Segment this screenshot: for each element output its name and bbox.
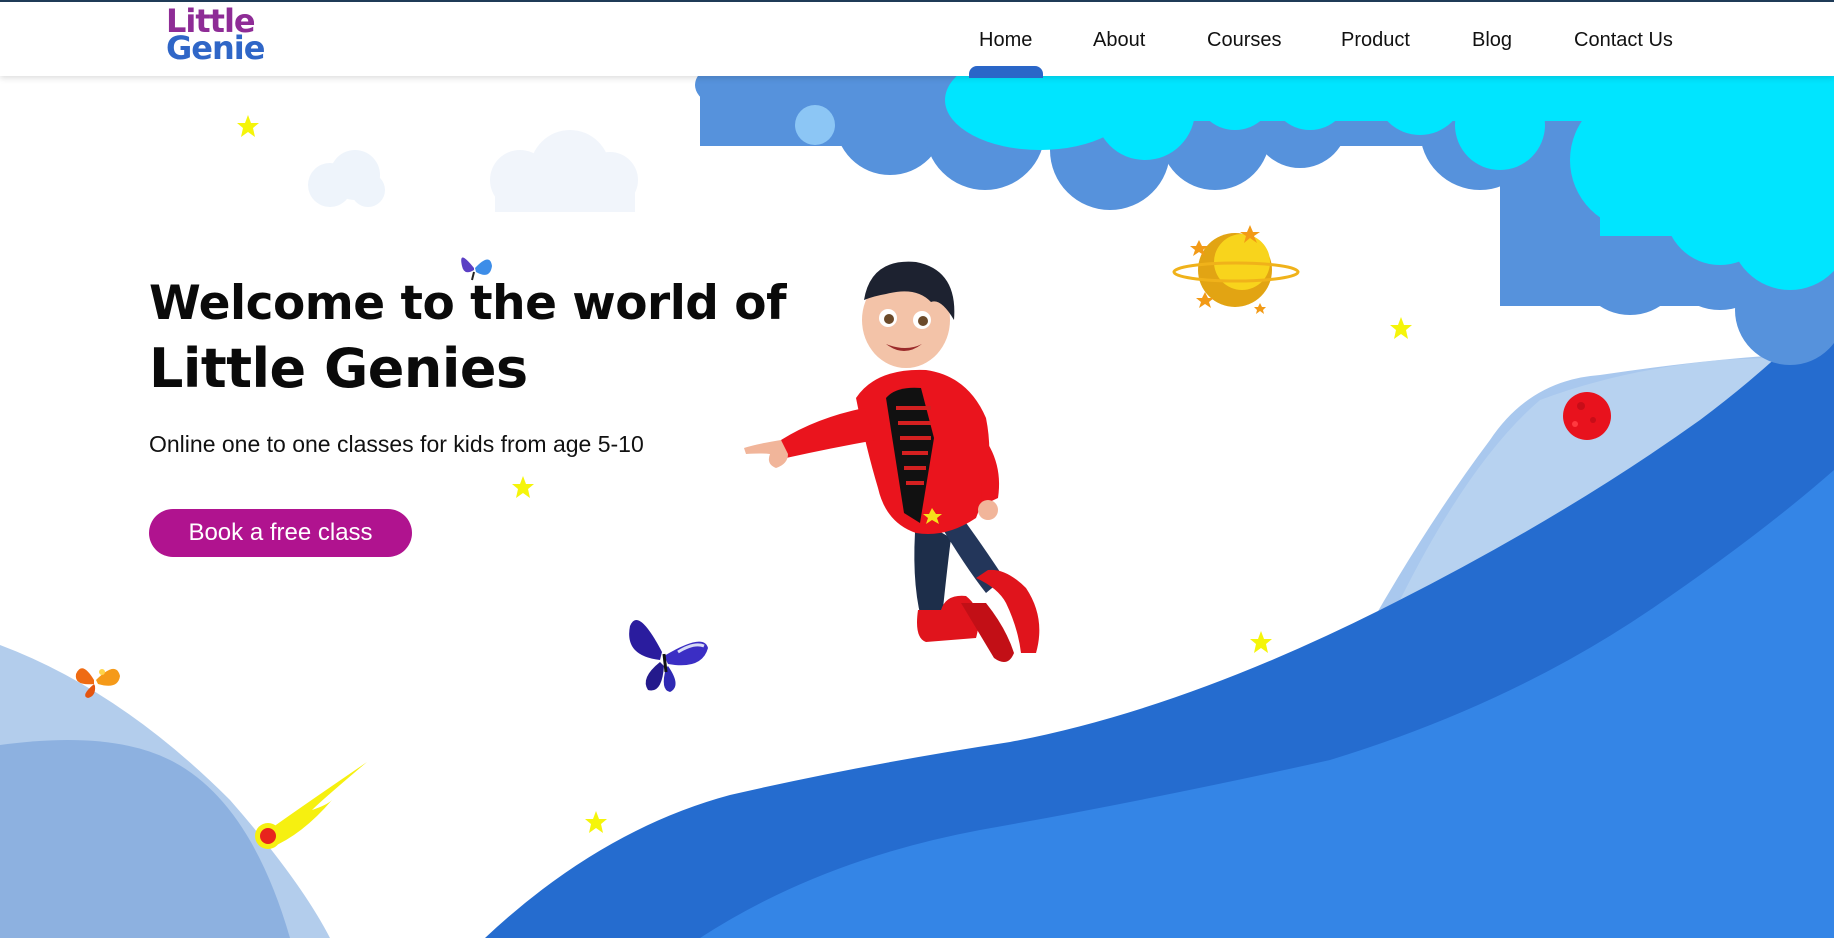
cloud-small-blue	[795, 105, 835, 145]
nav-active-indicator	[969, 66, 1043, 78]
faint-cloud-left	[308, 150, 385, 207]
planet-icon	[1172, 222, 1302, 322]
butterfly-icon	[620, 612, 710, 701]
nav-item-product[interactable]: Product	[1341, 29, 1410, 52]
nav-item-home[interactable]: Home	[979, 29, 1032, 52]
hero-title-line-2: Little Genies	[149, 337, 528, 400]
star-icon	[584, 810, 608, 839]
left-hill-dark	[0, 740, 290, 938]
nav-item-courses[interactable]: Courses	[1207, 29, 1281, 52]
book-free-class-button[interactable]: Book a free class	[149, 509, 412, 557]
star-icon	[511, 475, 535, 504]
site-header: Little Genie Home About Courses Product …	[0, 2, 1834, 76]
top-border	[0, 0, 1834, 2]
hero-subtitle: Online one to one classes for kids from …	[149, 431, 644, 457]
main-nav: Home About Courses Product Blog Contact …	[0, 2, 1834, 76]
red-moon-icon	[1561, 390, 1613, 447]
faint-cloud-center	[490, 130, 638, 212]
comet-icon	[252, 760, 372, 855]
nav-item-contact-us[interactable]: Contact Us	[1574, 29, 1673, 52]
nav-item-blog[interactable]: Blog	[1472, 29, 1512, 52]
nav-item-about[interactable]: About	[1093, 29, 1145, 52]
star-icon	[1389, 316, 1413, 345]
hero-heading: Welcome to the world of Little Genies	[149, 272, 787, 402]
boy-character-illustration	[736, 258, 1076, 703]
hero-title-line-1: Welcome to the world of	[149, 276, 787, 331]
star-icon	[236, 114, 260, 143]
butterfly-icon	[72, 660, 122, 705]
star-icon	[1249, 630, 1273, 659]
